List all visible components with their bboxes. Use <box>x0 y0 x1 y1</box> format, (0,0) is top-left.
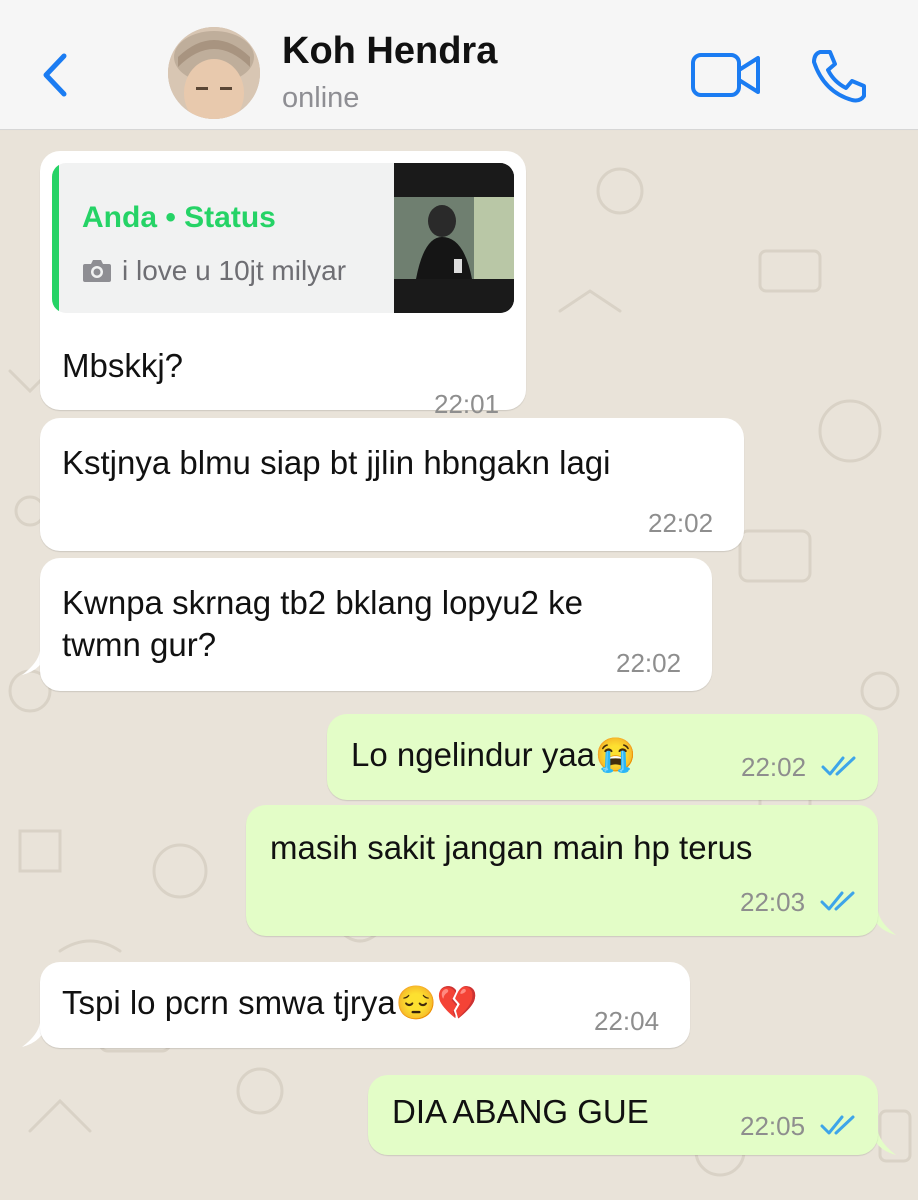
message-bubble-incoming[interactable]: Kstjnya blmu siap bt jjlin hbngakn lagi … <box>40 418 744 551</box>
status-thumbnail <box>394 163 514 313</box>
message-time: 22:02 <box>741 752 807 782</box>
message-time: 22:03 <box>740 887 806 917</box>
message-text: Mbskkj? <box>62 347 184 384</box>
message-bubble-incoming[interactable]: Anda • Status i love u 10jt milyar Mbskk… <box>40 151 526 419</box>
double-check-icon <box>820 891 855 911</box>
video-camera-icon <box>691 53 760 97</box>
message-text: masih sakit jangan main hp terus <box>270 829 753 866</box>
message-text: Kwnpa skrnag tb2 bklang lopyu2 ke twmn g… <box>62 584 584 663</box>
voice-call-button[interactable] <box>808 48 868 104</box>
reply-subtitle: i love u 10jt milyar <box>122 255 347 286</box>
back-button[interactable] <box>36 50 76 100</box>
message-text: Kstjnya blmu siap bt jjlin hbngakn lagi <box>62 444 611 481</box>
message-time: 22:04 <box>594 1006 660 1036</box>
message-bubble-outgoing[interactable]: masih sakit jangan main hp terus 22:03 <box>246 805 878 936</box>
camera-icon <box>83 260 111 282</box>
chevron-left-icon <box>43 53 67 97</box>
chat-area[interactable]: Anda • Status i love u 10jt milyar Mbskk… <box>0 131 918 1200</box>
message-text: Lo ngelindur yaa😭 <box>351 736 637 773</box>
chat-header: Koh Hendra online <box>0 0 918 130</box>
double-check-icon <box>821 756 856 776</box>
contact-status: online <box>282 82 360 114</box>
phone-icon <box>812 50 866 103</box>
quoted-status-reply[interactable]: Anda • Status i love u 10jt milyar <box>52 163 514 313</box>
message-bubble-incoming[interactable]: Tspi lo pcrn smwa tjrya😔💔 22:04 <box>40 962 690 1048</box>
message-time: 22:05 <box>740 1111 806 1141</box>
message-bubble-outgoing[interactable]: DIA ABANG GUE 22:05 <box>368 1075 878 1155</box>
avatar[interactable] <box>168 27 260 119</box>
reply-accent-bar <box>52 163 59 313</box>
message-time: 22:02 <box>648 508 714 538</box>
reply-title: Anda • Status <box>82 201 276 234</box>
message-time: 22:02 <box>616 648 682 678</box>
message-bubble-incoming[interactable]: Kwnpa skrnag tb2 bklang lopyu2 ke twmn g… <box>40 558 712 691</box>
contact-name[interactable]: Koh Hendra <box>282 30 497 73</box>
message-bubble-outgoing[interactable]: Lo ngelindur yaa😭 22:02 <box>327 714 878 800</box>
double-check-icon <box>820 1115 855 1135</box>
message-text: DIA ABANG GUE <box>392 1093 649 1130</box>
message-text: Tspi lo pcrn smwa tjrya😔💔 <box>62 984 478 1021</box>
video-call-button[interactable] <box>690 52 762 100</box>
message-time: 22:01 <box>434 389 500 419</box>
